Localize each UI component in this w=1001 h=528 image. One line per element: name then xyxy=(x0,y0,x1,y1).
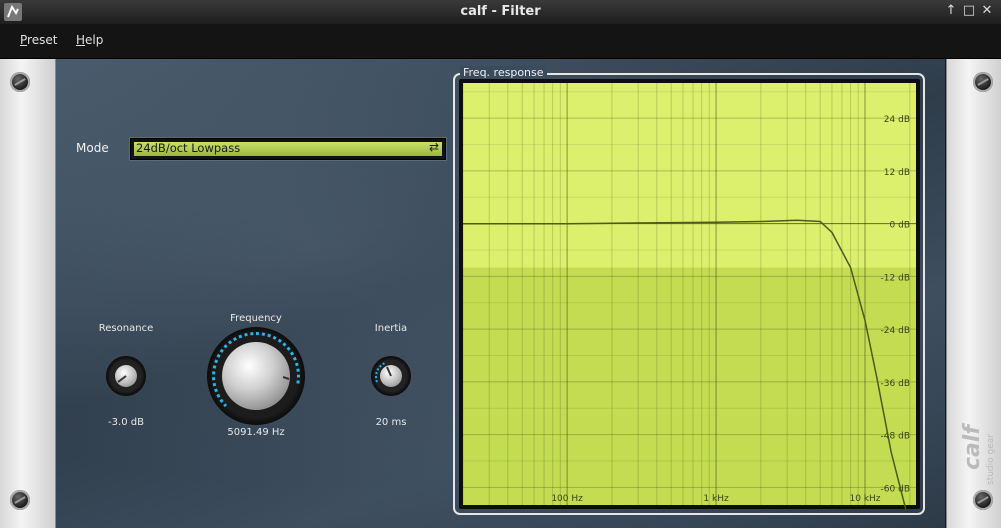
menu-help-mnemonic: H xyxy=(76,33,86,47)
resonance-value: -3.0 dB xyxy=(108,417,144,428)
hz-tick-label: 1 kHz xyxy=(703,494,729,504)
db-tick-label: 12 dB xyxy=(884,168,910,178)
rack-ear-right: calf studio gear xyxy=(946,59,1001,528)
freq-response-graph[interactable]: 24 dB 12 dB 0 dB -12 dB -24 dB -36 dB -48 dB -6… xyxy=(459,79,920,526)
db-tick-label: -36 dB xyxy=(881,379,910,389)
hz-tick-label: 100 Hz xyxy=(551,494,583,504)
calf-logo-icon: calf studio gear xyxy=(960,423,996,485)
resonance-knob[interactable] xyxy=(106,356,146,396)
screw-icon xyxy=(973,72,993,92)
inertia-label: Inertia xyxy=(374,323,408,334)
mode-label: Mode xyxy=(76,141,109,155)
frequency-pointer-icon xyxy=(282,376,290,380)
mode-dropdown[interactable]: 24dB/oct Lowpass ⇄ xyxy=(130,138,446,160)
db-tick-label: -12 dB xyxy=(881,273,910,283)
db-tick-label: -60 dB xyxy=(881,484,910,494)
close-button[interactable]: ✕ xyxy=(979,3,995,19)
maximize-button[interactable]: □ xyxy=(961,3,977,19)
menu-preset-mnemonic: P xyxy=(20,33,28,47)
resonance-pointer-icon xyxy=(117,375,127,383)
screw-icon xyxy=(973,490,993,510)
window-title: calf - Filter xyxy=(460,4,541,19)
db-tick-label: 24 dB xyxy=(884,115,910,125)
frequency-knob[interactable] xyxy=(207,327,305,425)
menu-preset-label: reset xyxy=(27,33,58,47)
keep-above-button[interactable]: ↑ xyxy=(943,3,959,19)
frequency-value: 5091.49 Hz xyxy=(227,427,285,438)
mode-value: 24dB/oct Lowpass xyxy=(136,141,241,155)
menu-bar: Preset Help xyxy=(0,24,1001,59)
inertia-value: 20 ms xyxy=(375,417,407,428)
screw-icon xyxy=(10,490,30,510)
inertia-knob[interactable] xyxy=(371,356,411,396)
inertia-pointer-icon xyxy=(375,362,392,383)
db-tick-label: -24 dB xyxy=(881,326,910,336)
screw-icon xyxy=(10,72,30,92)
freq-response-svg: 24 dB 12 dB 0 dB -12 dB -24 dB -36 dB -48 dB -6… xyxy=(462,83,916,526)
menu-help-label: elp xyxy=(85,33,104,47)
rack-ear-left xyxy=(0,59,56,528)
hz-tick-label: 10 kHz xyxy=(849,494,880,504)
resonance-label: Resonance xyxy=(98,323,154,334)
freq-response-title: Freq. response xyxy=(460,66,547,79)
db-tick-label: 0 dB xyxy=(890,221,910,231)
menu-help[interactable]: Help xyxy=(76,33,103,47)
title-bar: calf - Filter ↑ □ ✕ xyxy=(0,0,1001,24)
frequency-label: Frequency xyxy=(230,313,282,324)
svg-text:calf: calf xyxy=(960,423,985,470)
svg-text:studio gear: studio gear xyxy=(986,434,996,485)
swap-arrows-icon: ⇄ xyxy=(428,140,439,154)
db-tick-label: -48 dB xyxy=(881,432,910,442)
menu-preset[interactable]: Preset xyxy=(20,33,57,47)
